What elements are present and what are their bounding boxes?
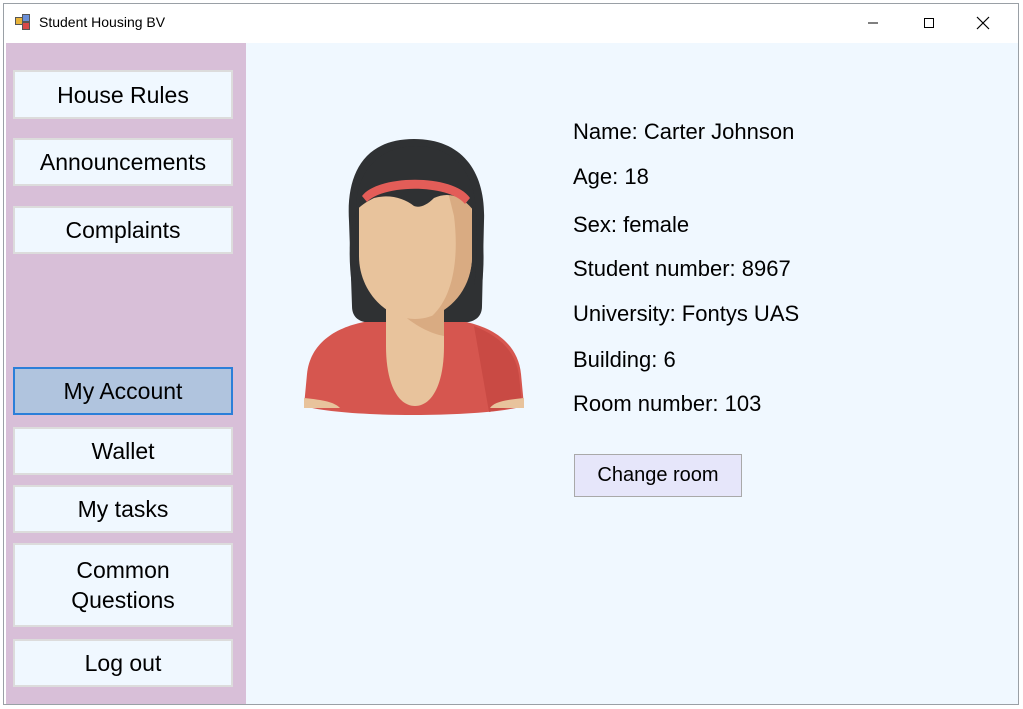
age-label: Age: 18 — [573, 164, 649, 189]
sex-label: Sex: female — [573, 212, 690, 237]
app-icon — [15, 14, 30, 30]
complaints-button[interactable]: Complaints — [13, 206, 233, 254]
wallet-button[interactable]: Wallet — [13, 427, 233, 475]
room-number-label: Room number: 103 — [573, 391, 762, 416]
student-number-label: Student number: 8967 — [573, 256, 791, 281]
change-room-button[interactable]: Change room — [574, 454, 742, 497]
common-questions-button[interactable]: Common Questions — [13, 543, 233, 627]
close-icon — [976, 16, 990, 30]
sidebar: House Rules Announcements Complaints My … — [6, 43, 246, 704]
my-tasks-button[interactable]: My tasks — [13, 485, 233, 533]
window-title: Student Housing BV — [39, 14, 166, 30]
minimize-button[interactable] — [850, 4, 896, 42]
my-account-button[interactable]: My Account — [13, 367, 233, 415]
name-label: Name: Carter Johnson — [573, 119, 795, 144]
close-button[interactable] — [960, 4, 1006, 42]
announcements-button[interactable]: Announcements — [13, 138, 233, 186]
title-bar: Student Housing BV — [4, 4, 1018, 42]
maximize-button[interactable] — [906, 4, 952, 42]
log-out-button[interactable]: Log out — [13, 639, 233, 687]
account-panel: Name: Carter Johnson Age: 18 Sex: female… — [246, 43, 1018, 704]
female-avatar-icon — [304, 139, 524, 415]
house-rules-button[interactable]: House Rules — [13, 70, 233, 119]
app-window: Student Housing BV House Rules Announcem… — [3, 3, 1019, 705]
minimize-icon — [868, 22, 878, 24]
university-label: University: Fontys UAS — [573, 301, 800, 326]
maximize-icon — [924, 18, 934, 28]
building-label: Building: 6 — [573, 347, 676, 372]
